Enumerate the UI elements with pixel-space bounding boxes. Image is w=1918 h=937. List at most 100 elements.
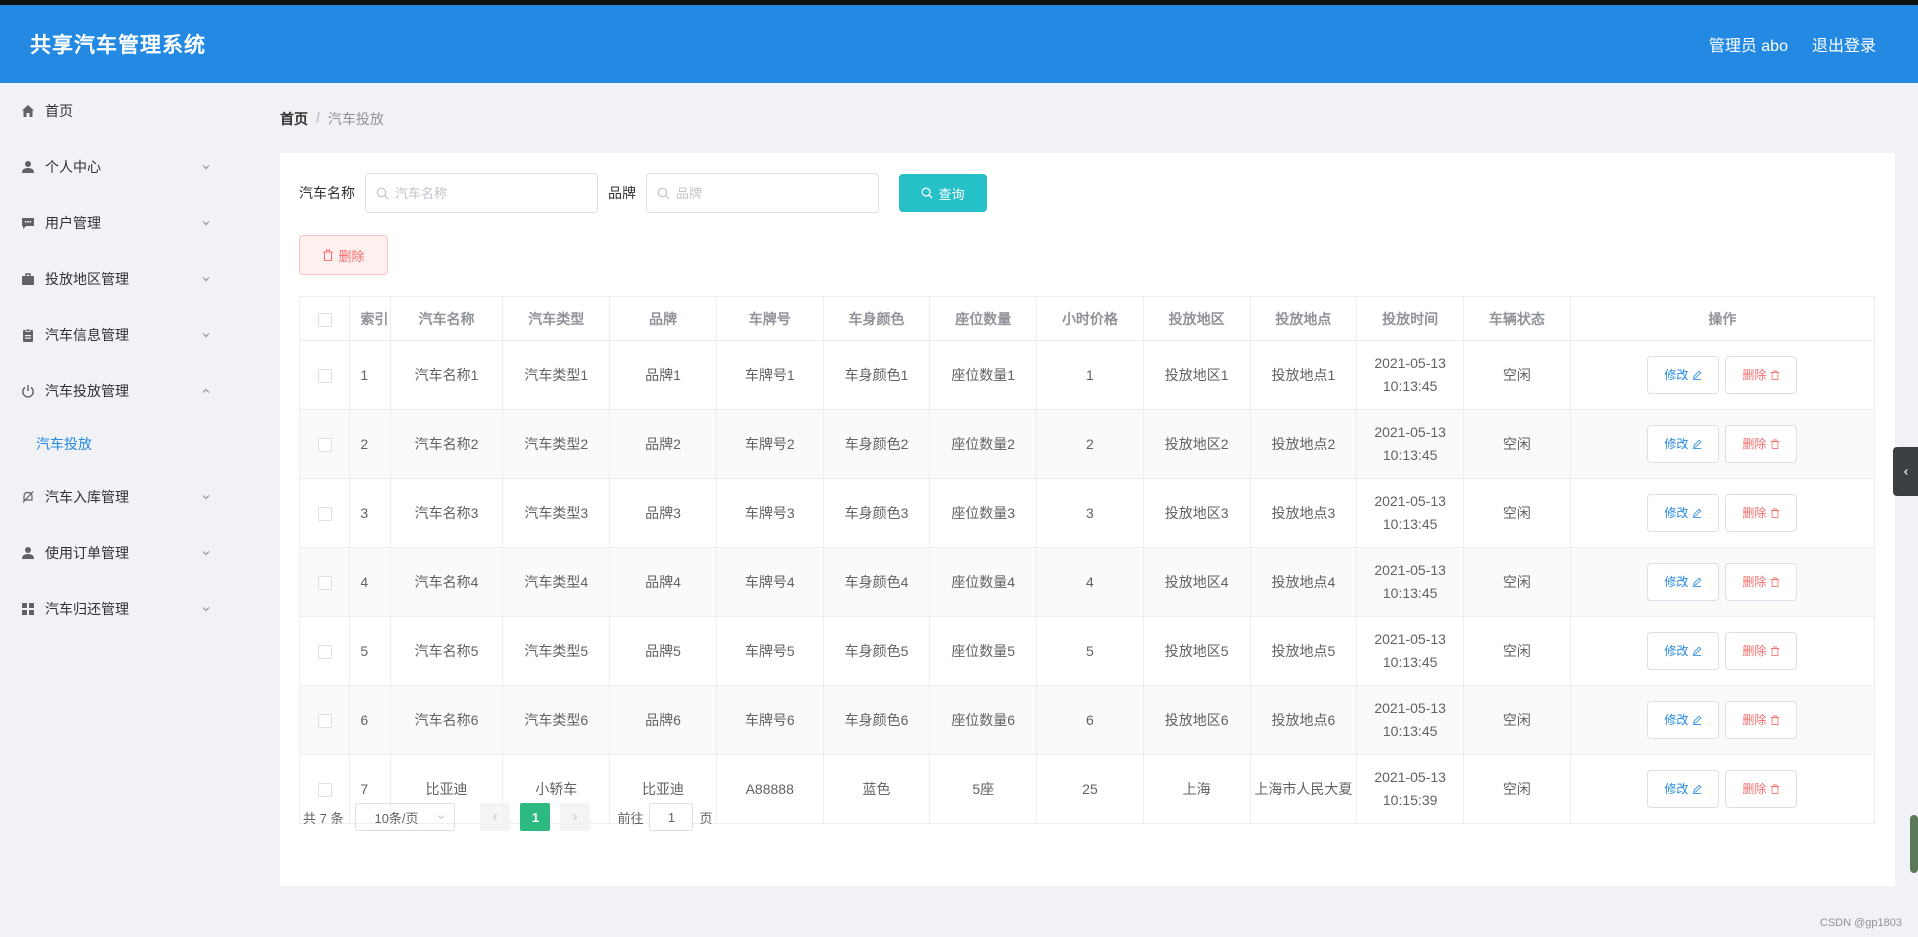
select-all-checkbox[interactable] <box>317 312 332 327</box>
chevron-down-icon <box>202 165 210 170</box>
column-header: 投放地区 <box>1142 296 1251 341</box>
car-name-label: 汽车名称 <box>299 185 355 201</box>
cell-deploy-location: 投放地点4 <box>1249 547 1358 617</box>
side-panel-toggle[interactable] <box>1893 447 1918 496</box>
cell-index: 6 <box>349 685 391 755</box>
car-name-input-wrapper <box>365 173 598 213</box>
search-icon <box>376 187 389 199</box>
cell-seat-count: 座位数量4 <box>929 547 1038 617</box>
cell-actions: 修改 删除 <box>1569 616 1876 686</box>
next-page-button[interactable] <box>560 803 591 831</box>
cell-hourly-price: 1 <box>1036 340 1144 410</box>
table-row: 4 汽车名称4 汽车类型4 品牌4 车牌号4 车身颜色4 座位数量4 4 投放地区4 投放地点4 2… <box>298 547 1876 617</box>
cell-deploy-region: 投放地区6 <box>1142 685 1251 755</box>
row-checkbox[interactable] <box>317 782 332 797</box>
cell-car-name: 汽车名称6 <box>389 685 504 755</box>
edit-button[interactable]: 修改 <box>1647 494 1720 532</box>
cell-hourly-price: 2 <box>1036 409 1144 479</box>
delete-button[interactable]: 删除 <box>1725 563 1798 601</box>
scrollbar-thumb[interactable] <box>1910 815 1918 873</box>
cell-body-color: 车身颜色1 <box>822 340 931 410</box>
logout-link[interactable]: 退出登录 <box>1812 32 1876 56</box>
edit-button[interactable]: 修改 <box>1647 425 1720 463</box>
grid-icon <box>20 601 36 617</box>
cell-hourly-price: 25 <box>1036 754 1144 824</box>
deploy-date: 2021-05-13 <box>1374 631 1446 647</box>
cell-seat-count: 座位数量1 <box>929 340 1038 410</box>
cell-car-type: 汽车类型6 <box>502 685 611 755</box>
breadcrumb-home[interactable]: 首页 <box>280 109 308 129</box>
sidebar-item-car-info-management[interactable]: 汽车信息管理 <box>0 307 252 363</box>
edit-button-label: 修改 <box>1664 574 1689 589</box>
sidebar-item-car-storage-management[interactable]: 汽车入库管理 <box>0 469 252 525</box>
batch-delete-button[interactable]: 删除 <box>299 235 388 275</box>
goto-page-input[interactable] <box>649 803 694 831</box>
cell-actions: 修改 删除 <box>1569 685 1876 755</box>
deploy-date: 2021-05-13 <box>1374 355 1446 371</box>
chevron-down-icon <box>202 277 210 282</box>
cell-plate-number: 车牌号3 <box>715 478 824 548</box>
cell-deploy-time: 2021-05-13 10:13:45 <box>1356 409 1465 479</box>
edit-button[interactable]: 修改 <box>1647 563 1720 601</box>
sidebar-item-car-deployment-management[interactable]: 汽车投放管理 <box>0 363 252 419</box>
deploy-clock: 10:13:45 <box>1382 585 1438 601</box>
page-size-select[interactable]: 10条/页 <box>355 803 456 831</box>
pagination: 共 7 条 10条/页 1 前往 页 <box>303 803 713 831</box>
cell-seat-count: 座位数量5 <box>929 616 1038 686</box>
cell-car-type: 汽车类型3 <box>502 478 611 548</box>
row-checkbox[interactable] <box>317 437 332 452</box>
cell-deploy-region: 上海 <box>1142 754 1251 824</box>
row-checkbox[interactable] <box>317 713 332 728</box>
brand-input[interactable] <box>676 185 866 201</box>
sidebar-item-car-return-management[interactable]: 汽车归还管理 <box>0 581 252 637</box>
deploy-clock: 10:13:45 <box>1382 516 1438 532</box>
cell-deploy-region: 投放地区2 <box>1142 409 1251 479</box>
sidebar-subitem-car-deployment[interactable]: 汽车投放 <box>0 419 252 469</box>
delete-button[interactable]: 删除 <box>1725 632 1798 670</box>
sidebar-item-region-management[interactable]: 投放地区管理 <box>0 251 252 307</box>
delete-button[interactable]: 删除 <box>1725 356 1798 394</box>
sidebar-item-home[interactable]: 首页 <box>0 83 252 139</box>
cell-car-type: 汽车类型5 <box>502 616 611 686</box>
prev-page-button[interactable] <box>480 803 511 831</box>
sidebar-item-order-management[interactable]: 使用订单管理 <box>0 525 252 581</box>
cell-actions: 修改 删除 <box>1569 478 1876 548</box>
edit-button[interactable]: 修改 <box>1647 701 1720 739</box>
cell-deploy-location: 上海市人民大夏 <box>1249 754 1358 824</box>
brand-label: 品牌 <box>608 185 636 201</box>
car-name-input[interactable] <box>395 185 585 201</box>
delete-button[interactable]: 删除 <box>1725 494 1798 532</box>
trash-icon <box>1771 439 1780 449</box>
edit-button[interactable]: 修改 <box>1647 770 1720 808</box>
deploy-clock: 10:13:45 <box>1382 654 1438 670</box>
delete-button-label: 删除 <box>1742 712 1767 727</box>
delete-button[interactable]: 删除 <box>1725 425 1798 463</box>
cell-body-color: 车身颜色4 <box>822 547 931 617</box>
edit-button[interactable]: 修改 <box>1647 356 1720 394</box>
row-checkbox[interactable] <box>317 506 332 521</box>
pencil-icon <box>1693 784 1702 794</box>
cell-deploy-time: 2021-05-13 10:13:45 <box>1356 478 1465 548</box>
trash-icon <box>323 249 334 261</box>
row-checkbox[interactable] <box>317 368 332 383</box>
delete-button[interactable]: 删除 <box>1725 701 1798 739</box>
edit-button[interactable]: 修改 <box>1647 632 1720 670</box>
sidebar-item-personal-center[interactable]: 个人中心 <box>0 139 252 195</box>
cell-plate-number: 车牌号2 <box>715 409 824 479</box>
cell-car-name: 汽车名称3 <box>389 478 504 548</box>
cell-hourly-price: 3 <box>1036 478 1144 548</box>
sidebar-item-user-management[interactable]: 用户管理 <box>0 195 252 251</box>
row-checkbox[interactable] <box>317 644 332 659</box>
trash-icon <box>1771 508 1780 518</box>
row-checkbox[interactable] <box>317 575 332 590</box>
cell-deploy-location: 投放地点6 <box>1249 685 1358 755</box>
delete-button-label: 删除 <box>1742 367 1767 382</box>
pencil-icon <box>1693 370 1702 380</box>
admin-name[interactable]: 管理员 abo <box>1709 32 1788 56</box>
trash-icon <box>1771 370 1780 380</box>
delete-button[interactable]: 删除 <box>1725 770 1798 808</box>
query-button[interactable]: 查询 <box>899 174 987 212</box>
cell-hourly-price: 6 <box>1036 685 1144 755</box>
page-number-active[interactable]: 1 <box>520 803 551 831</box>
pencil-icon <box>1693 715 1702 725</box>
